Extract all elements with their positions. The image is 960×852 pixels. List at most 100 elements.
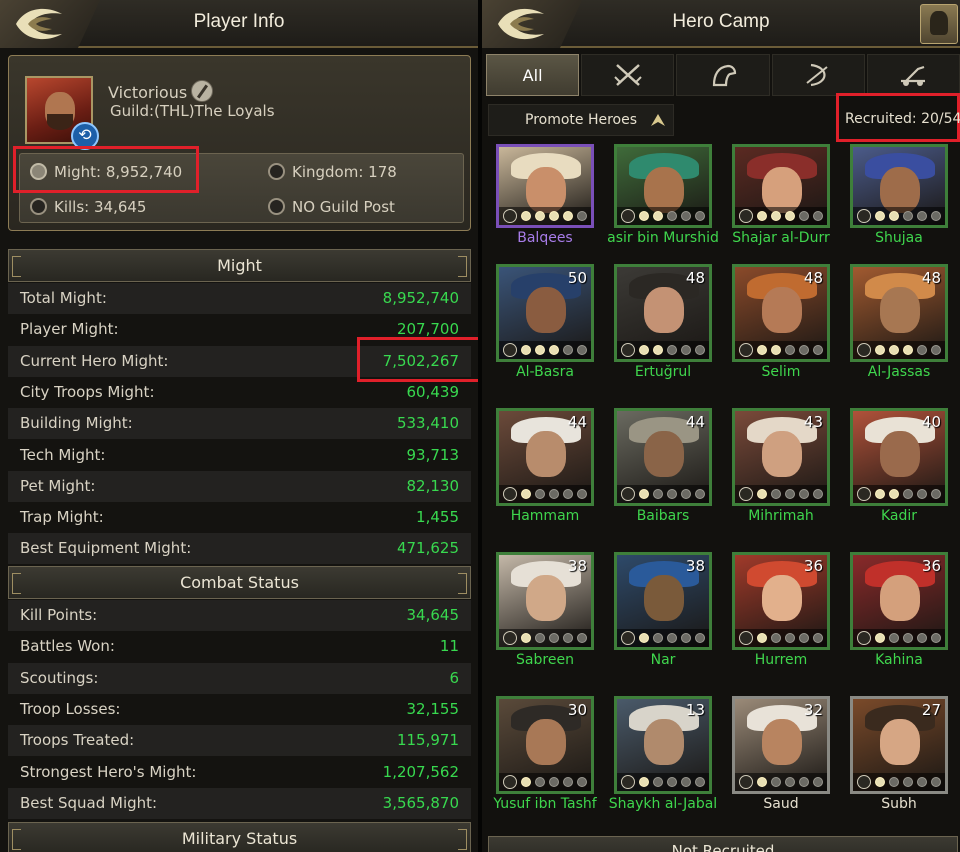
hero-level: 27 (921, 701, 941, 719)
star-icon (535, 489, 545, 499)
hero-card[interactable]: asir bin Murshid (604, 130, 722, 270)
hero-card[interactable]: 44 Hammam (486, 408, 604, 548)
star-icon (875, 489, 885, 499)
hero-card[interactable]: Shujaa (840, 130, 958, 270)
star-icon (681, 489, 691, 499)
combat-row-value: 3,565,870 (382, 793, 459, 812)
horse-head-icon (712, 64, 737, 87)
profile-card: ⟲ Victorious Guild:(THL)The Loyals Might… (8, 55, 471, 231)
hero-card[interactable]: 36 Hurrem (722, 552, 840, 692)
tab-all[interactable]: All (486, 54, 580, 96)
player-info-titlebar: Player Info (0, 0, 478, 48)
hero-star-rating (617, 629, 709, 647)
hero-card[interactable]: 36 Kahina (840, 552, 958, 692)
might-row-label: Current Hero Might: (20, 351, 169, 370)
star-icon (639, 633, 649, 643)
player-avatar[interactable]: ⟲ (25, 76, 99, 150)
hero-name: Hammam (510, 508, 580, 524)
hero-card[interactable]: 44 Baibars (604, 408, 722, 548)
chevron-up-icon (651, 114, 665, 126)
hero-level: 38 (567, 557, 587, 575)
star-icon (577, 489, 587, 499)
hero-camp-panel: Hero Camp All Promote Heroes Recruited: … (482, 0, 960, 852)
star-icon (917, 633, 927, 643)
tab-archer[interactable] (771, 54, 865, 96)
tab-cavalry[interactable] (676, 54, 770, 96)
tab-siege[interactable] (866, 54, 960, 96)
star-icon (577, 777, 587, 787)
star-icon (813, 345, 823, 355)
hero-card[interactable]: 40 Kadir (840, 408, 958, 548)
hero-card[interactable]: 30 Yusuf ibn Tashf (486, 696, 604, 836)
star-icon (535, 777, 545, 787)
hero-portrait: 13 (614, 696, 712, 794)
hero-card[interactable]: 48 Al-Jassas (840, 264, 958, 404)
hero-card[interactable]: Shajar al-Durr (722, 130, 840, 270)
combat-section-header: Combat Status (8, 566, 471, 599)
hero-class-icon (857, 775, 871, 789)
star-icon (889, 345, 899, 355)
star-icon (799, 211, 809, 221)
hero-portrait: 38 (614, 552, 712, 650)
star-icon (799, 345, 809, 355)
star-icon (549, 489, 559, 499)
star-icon (813, 633, 823, 643)
star-icon (785, 777, 795, 787)
hero-card[interactable]: Balqees (486, 130, 604, 270)
crown-icon (268, 198, 285, 215)
tab-infantry[interactable] (581, 54, 675, 96)
hero-name: asir bin Murshid (607, 230, 719, 246)
hero-card[interactable]: 43 Mihrimah (722, 408, 840, 548)
hero-name: Yusuf ibn Tashf (493, 796, 597, 812)
might-row-label: Total Might: (20, 289, 107, 307)
star-icon (917, 777, 927, 787)
kingdom-helmet-icon (268, 163, 285, 180)
hero-portrait: 48 (614, 264, 712, 362)
hero-card[interactable]: 13 Shaykh al-Jabal (604, 696, 722, 836)
star-icon (771, 633, 781, 643)
hero-level: 43 (803, 413, 823, 431)
hero-star-rating (499, 773, 591, 791)
combat-row-value: 34,645 (406, 606, 460, 624)
hero-class-icon (739, 487, 753, 501)
hero-card[interactable]: 48 Selim (722, 264, 840, 404)
hero-star-rating (735, 207, 827, 225)
star-icon (639, 211, 649, 221)
combat-row: Battles Won: 11 (8, 631, 471, 662)
hero-card[interactable]: 32 Saud (722, 696, 840, 836)
might-row-label: Trap Might: (20, 508, 104, 527)
hero-name: Shajar al-Durr (732, 230, 830, 246)
hero-level: 48 (685, 269, 705, 287)
star-icon (695, 777, 705, 787)
helmet-icon[interactable] (920, 4, 958, 44)
might-row: Building Might: 533,410 (8, 408, 471, 440)
star-icon (757, 633, 767, 643)
page-title: Hero Camp (672, 11, 770, 32)
combat-row-label: Scoutings: (20, 668, 99, 687)
hero-card[interactable]: 48 Ertuğrul (604, 264, 722, 404)
star-icon (903, 777, 913, 787)
might-row: Total Might: 8,952,740 (8, 283, 471, 314)
hero-name: Mihrimah (748, 508, 814, 524)
hero-star-rating (617, 207, 709, 225)
rename-pencil-icon[interactable] (191, 80, 214, 102)
star-icon (757, 777, 767, 787)
hero-portrait: 40 (850, 408, 948, 506)
guild-post-text: NO Guild Post (292, 198, 395, 216)
hero-card[interactable]: 38 Nar (604, 552, 722, 692)
hero-card[interactable]: 27 Subh (840, 696, 958, 836)
star-icon (549, 345, 559, 355)
star-icon (653, 211, 663, 221)
hero-level: 50 (567, 269, 587, 287)
star-icon (681, 211, 691, 221)
hero-name: Nar (650, 652, 676, 668)
might-row-label: Best Equipment Might: (20, 539, 192, 558)
hero-card[interactable]: 38 Sabreen (486, 552, 604, 692)
tab-all-label: All (522, 65, 543, 85)
crossed-swords-icon (614, 64, 642, 86)
star-icon (757, 489, 767, 499)
star-icon (785, 633, 795, 643)
hero-star-rating (499, 341, 591, 359)
hero-card[interactable]: 50 Al-Basra (486, 264, 604, 404)
star-icon (785, 489, 795, 499)
